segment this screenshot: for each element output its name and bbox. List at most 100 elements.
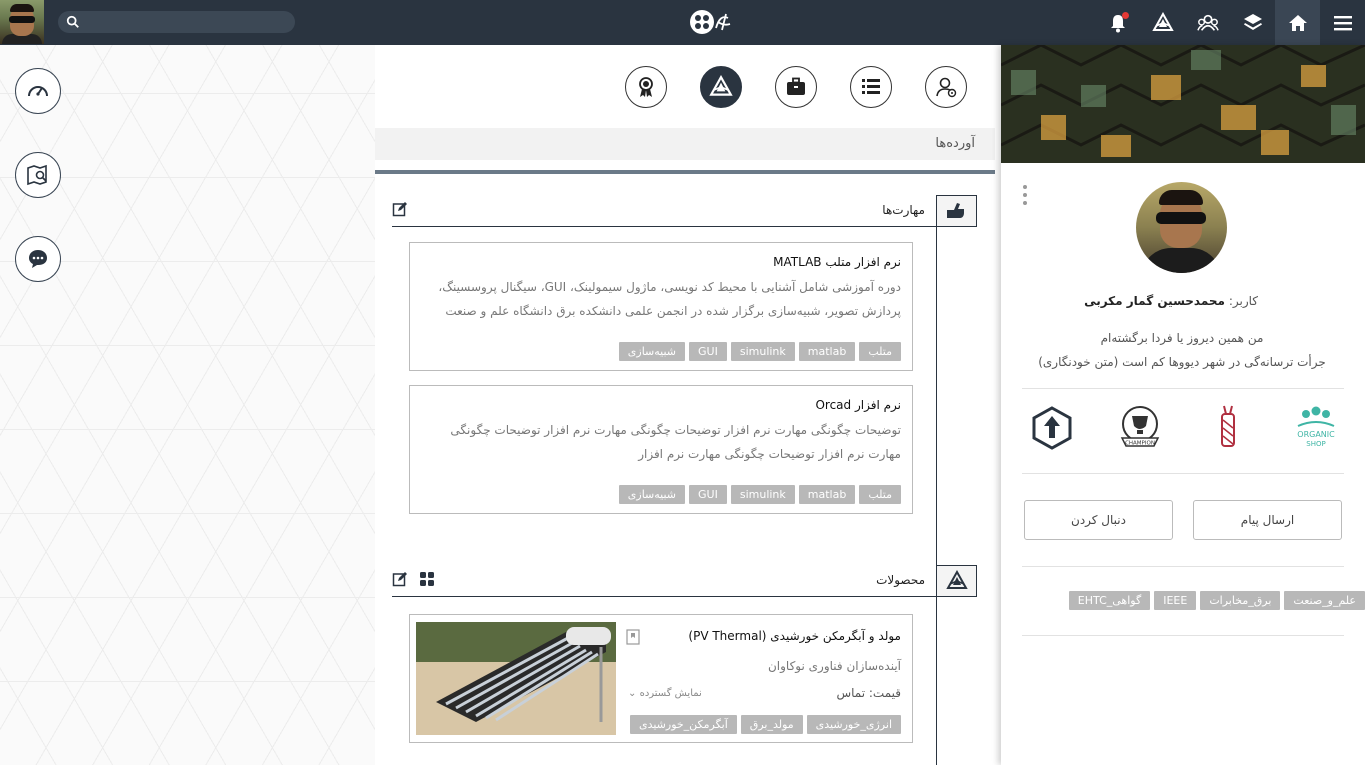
dashboard-gauge-icon [28,86,48,97]
product-company: آینده‌سازان فناوری نوکاوان [767,659,901,673]
header-divider [375,170,995,174]
contributions-header: آورده‌ها [375,128,995,160]
user-name: محمدحسین گمار مکربی [1084,294,1225,308]
tag[interactable]: GUI [689,485,727,504]
skill-description: دوره آموزشی شامل آشنایی با محیط کد نویسی… [438,280,901,318]
tag[interactable]: simulink [730,342,795,361]
bio-line: جرأت ترسانه‌گی در شهر دیووها کم است (متن… [1038,355,1326,369]
products-title: محصولات [876,573,925,587]
tab-awards[interactable] [625,66,667,108]
skill-tags: متلب matlab simulink GUI شبیه‌سازی [618,485,901,504]
expand-link[interactable]: نمایش گسترده ⌄ [628,688,702,699]
group-icon [1196,14,1219,31]
divider [1022,635,1344,636]
skill-tags: متلب matlab simulink GUI شبیه‌سازی [618,342,901,361]
notifications-button[interactable] [1095,0,1140,45]
grid-view-icon[interactable] [419,571,435,587]
bio-line: من همین دیروز یا فردا برگشته‌ام [1100,331,1264,345]
layers-icon [1243,13,1262,30]
divider [1022,473,1344,474]
bottle-logo[interactable] [1204,404,1252,450]
tag[interactable]: آبگرمکن_خورشیدی [629,715,737,734]
bookmark-icon[interactable] [626,629,640,645]
user-label: کاربر: [1228,294,1258,308]
tag[interactable]: matlab [798,485,856,504]
divider [1022,388,1344,389]
dashboard-button[interactable] [15,68,61,114]
site-logo-icon[interactable] [688,6,734,38]
follow-button[interactable]: دنبال کردن [1024,500,1173,540]
product-tags: انرژی_خورشیدی مولد_برق آبگرمکن_خورشیدی [629,715,901,734]
hex-background [0,45,375,765]
tab-list[interactable] [850,66,892,108]
home-button[interactable] [1275,0,1320,45]
chat-bubble-icon [29,250,47,268]
brand-icon [709,75,733,96]
skill-card[interactable]: نرم افزار متلب MATLAB دوره آموزشی شامل آ… [409,242,913,371]
brand-icon [1151,11,1174,31]
top-bar [0,0,1365,45]
award-icon [639,77,653,97]
upload-arrow-logo[interactable] [1028,404,1076,450]
timeline-line [936,224,937,765]
expand-label: نمایش گسترده [639,688,702,699]
tag[interactable]: انرژی_خورشیدی [806,715,901,734]
search-input[interactable] [84,11,289,33]
product-price: قیمت: تماس [836,686,901,700]
organic-shop-logo[interactable]: ORGANIC SHOP [1292,404,1340,450]
edit-products-icon[interactable] [392,571,408,587]
map-search-icon [27,164,47,186]
tag[interactable]: متلب [859,342,901,361]
tag[interactable]: مولد_برق [740,715,803,734]
tab-portfolio[interactable] [775,66,817,108]
map-search-button[interactable] [15,152,61,198]
skills-section-icon-box [936,195,977,227]
contributions-title: آورده‌ها [935,136,975,151]
more-options-icon[interactable] [1023,185,1027,205]
menu-button[interactable] [1320,0,1365,45]
product-image [416,622,616,735]
tag[interactable]: GUI [689,342,727,361]
profile-bio: من همین دیروز یا فردا برگشته‌ام جرأت ترس… [1037,326,1327,374]
tag[interactable]: simulink [730,485,795,504]
brand-button[interactable] [1140,0,1185,45]
product-card[interactable]: مولد و آبگرمکن خورشیدی (PV Thermal) آیند… [409,614,913,743]
skill-title: نرم افزار متلب MATLAB [773,255,901,269]
tab-profile[interactable] [925,66,967,108]
tag[interactable]: علم_و_صنعت [1284,591,1365,610]
layers-button[interactable] [1230,0,1275,45]
tag[interactable]: گواهی_EHTC [1068,591,1151,610]
tab-brand[interactable] [700,66,742,108]
shop-text: SHOP [1306,440,1325,448]
hand-pointer-icon [946,203,964,218]
tag[interactable]: برق_مخابرات [1200,591,1281,610]
products-section-header: محصولات [392,565,977,597]
tag[interactable]: شبیه‌سازی [618,342,686,361]
divider [1022,566,1344,567]
skills-section-header: مهارت‌ها [392,195,977,227]
send-message-button[interactable]: ارسال پیام [1193,500,1342,540]
edit-skills-icon[interactable] [392,201,408,217]
tag[interactable]: متلب [859,485,901,504]
skill-card[interactable]: نرم افزار Orcad توضیحات چگونگی مهارت نرم… [409,385,913,514]
champion-text: CHAMPION [1125,441,1155,447]
chat-button[interactable] [15,236,61,282]
tag[interactable]: شبیه‌سازی [618,485,686,504]
user-avatar[interactable] [0,0,44,44]
affiliation-logos: ORGANIC SHOP CHAMPION [1022,400,1344,460]
profile-avatar[interactable] [1136,182,1227,273]
chevron-down-icon: ⌄ [628,688,637,699]
cover-image [1001,45,1365,163]
skill-title: نرم افزار Orcad [815,398,901,412]
tag[interactable]: IEEE [1154,591,1197,610]
profile-user-icon [936,77,957,98]
champion-logo[interactable]: CHAMPION [1116,404,1164,450]
skills-title: مهارت‌ها [882,203,925,217]
tag[interactable]: matlab [798,342,856,361]
search-box[interactable] [58,11,295,33]
products-section-icon-box [936,565,977,597]
search-icon [66,15,79,28]
groups-button[interactable] [1185,0,1230,45]
skill-description: توضیحات چگونگی مهارت نرم افزار توضیحات چ… [450,423,901,461]
organic-text: ORGANIC [1297,430,1335,439]
